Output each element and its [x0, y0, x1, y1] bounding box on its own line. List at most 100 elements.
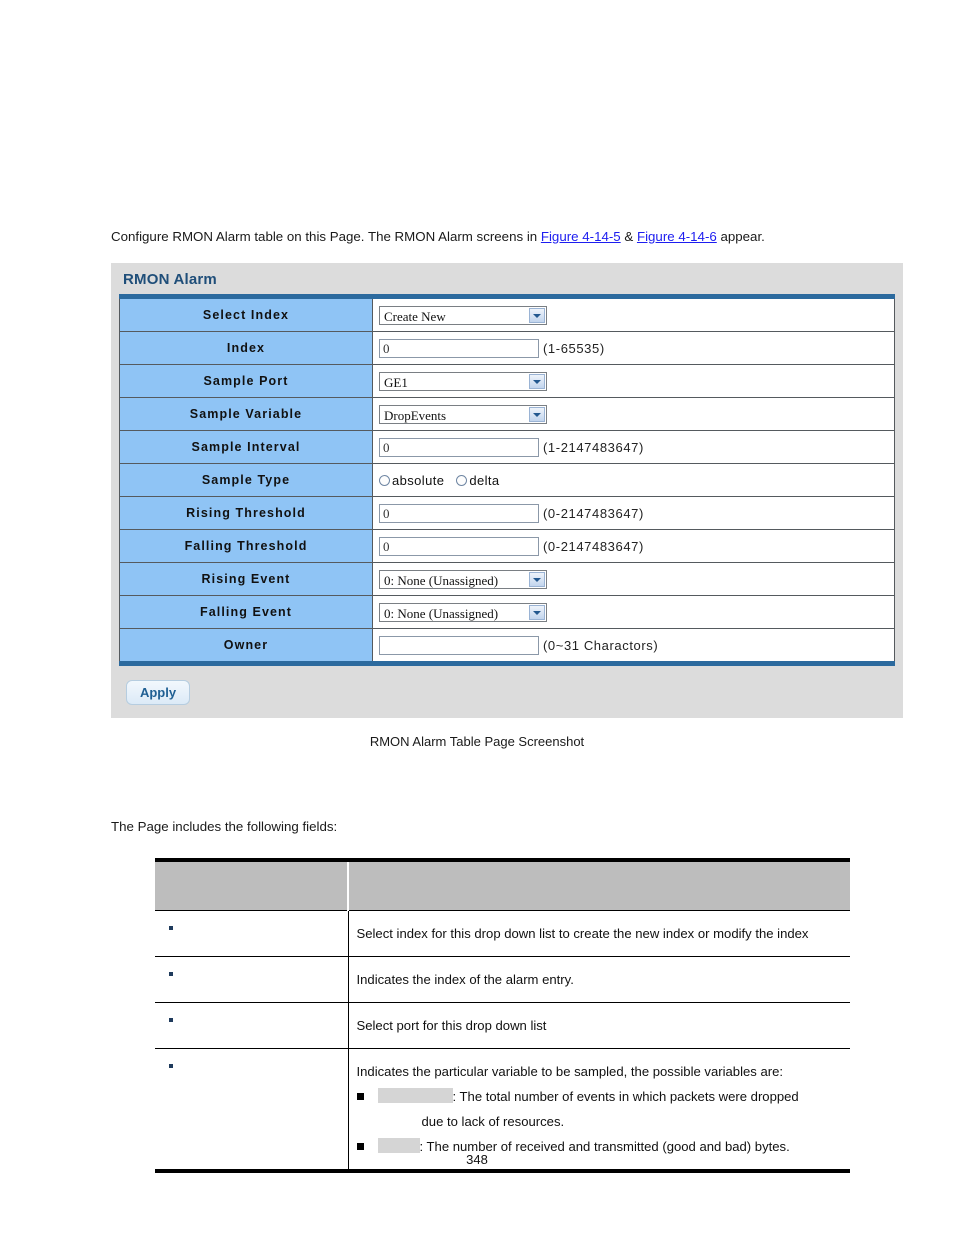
form-row: Rising Threshold 0 (0-2147483647)	[119, 496, 895, 530]
figure-link-1[interactable]: Figure 4-14-5	[541, 229, 621, 244]
bullet-icon	[169, 926, 173, 930]
radio-option2[interactable]	[456, 475, 468, 487]
dropdown-falling-event[interactable]: 0: None (Unassigned)	[379, 602, 547, 622]
form-row: Rising Event 0: None (Unassigned)	[119, 562, 895, 596]
dropdown-value: GE1	[384, 374, 408, 390]
variable-intro-text: Indicates the particular variable to be …	[356, 1064, 784, 1079]
figure-caption: RMON Alarm Table Page Screenshot	[369, 734, 585, 749]
dropdown-select-index[interactable]: Create New	[379, 305, 547, 325]
form-row-control-cell: Create New	[372, 296, 895, 332]
chevron-down-icon[interactable]	[529, 571, 545, 587]
fields-intro-text: The Page includes the following fields:	[111, 819, 338, 834]
form-row: Sample Interval 0 (1-2147483647)	[119, 430, 895, 464]
dropdown-sample-variable[interactable]: DropEvents	[379, 404, 547, 424]
input-index[interactable]: 0	[379, 338, 539, 358]
apply-button[interactable]: Apply	[126, 680, 190, 705]
form-row: Index 0 (1-65535)	[119, 331, 895, 365]
form-row-control-cell: (0~31 Charactors)	[372, 628, 895, 664]
dropdown-sample-port[interactable]: GE1	[379, 371, 547, 391]
radio-label-option1: absolute	[392, 473, 445, 489]
form-row: Falling Threshold 0 (0-2147483647)	[119, 529, 895, 563]
input-falling-threshold[interactable]: 0	[379, 536, 539, 556]
form-row-control-cell: 0 (0-2147483647)	[372, 496, 895, 530]
field-name-cell	[155, 1002, 349, 1049]
form-row-control-cell: 0: None (Unassigned)	[372, 562, 895, 596]
field-name-cell	[155, 910, 349, 957]
dropdown-value: DropEvents	[384, 407, 447, 423]
fields-description-table: Select index for this drop down list to …	[155, 858, 850, 1173]
chevron-down-icon[interactable]	[529, 406, 545, 422]
form-row-label: Sample Type	[119, 463, 373, 497]
variable-bullet-1: : The total number of events in which pa…	[356, 1084, 843, 1109]
form-row-control-cell: 0: None (Unassigned)	[372, 595, 895, 629]
field-hint: (1-2147483647)	[543, 439, 644, 455]
rmon-alarm-panel: RMON Alarm Select Index Create New Index 0(…	[111, 263, 903, 718]
form-row-label: Index	[119, 331, 373, 365]
fields-header-object	[155, 860, 349, 911]
field-hint: (0-2147483647)	[543, 505, 644, 521]
variable-bullet-1-text: : The total number of events in which pa…	[452, 1089, 799, 1104]
intro-text-before: Configure RMON Alarm table on this Page.…	[111, 229, 541, 244]
form-row-label: Sample Variable	[119, 397, 373, 431]
chevron-down-icon[interactable]	[529, 604, 545, 620]
table-row: Select index for this drop down list to …	[155, 910, 850, 957]
figure-link-2[interactable]: Figure 4-14-6	[637, 229, 717, 244]
form-row-label: Sample Port	[119, 364, 373, 398]
square-bullet-icon	[356, 1093, 364, 1100]
chevron-down-icon[interactable]	[529, 373, 545, 389]
field-hint: (0~31 Charactors)	[543, 637, 659, 653]
form-row-label: Select Index	[119, 296, 373, 332]
dropdown-value: 0: None (Unassigned)	[384, 572, 499, 588]
table-row: Select port for this drop down list	[155, 1002, 850, 1049]
fields-table-header-row	[155, 860, 850, 911]
radio-label-option2: delta	[469, 473, 500, 489]
form-row-label: Rising Threshold	[119, 496, 373, 530]
field-description-cell: Select index for this drop down list to …	[348, 910, 850, 957]
panel-title: RMON Alarm	[123, 271, 217, 288]
square-bullet-icon	[356, 1143, 364, 1150]
chevron-down-icon[interactable]	[529, 307, 545, 323]
form-row-label: Owner	[119, 628, 373, 664]
form-row-control-cell: GE1	[372, 364, 895, 398]
form-row-control-cell: absolute delta	[372, 463, 895, 497]
variable-bullet-1-continuation: due to lack of resources.	[421, 1114, 565, 1129]
dropdown-rising-event[interactable]: 0: None (Unassigned)	[379, 569, 547, 589]
form-row: Owner (0~31 Charactors)	[119, 628, 895, 664]
form-row-control-cell: DropEvents	[372, 397, 895, 431]
form-row-label: Falling Event	[119, 595, 373, 629]
form-row-control-cell: 0 (1-2147483647)	[372, 430, 895, 464]
form-row: Sample Type absolute delta	[119, 463, 895, 497]
intro-text-after: appear.	[716, 229, 765, 244]
fields-header-description	[348, 860, 850, 911]
dropdown-value: 0: None (Unassigned)	[384, 605, 499, 621]
page-number: 348	[466, 1152, 488, 1167]
intro-paragraph: Configure RMON Alarm table on this Page.…	[111, 228, 765, 245]
form-row: Sample Port GE1	[119, 364, 895, 398]
field-hint: (1-65535)	[543, 340, 605, 356]
field-description-cell: Select port for this drop down list	[348, 1002, 850, 1049]
field-description-cell: Indicates the index of the alarm entry.	[348, 956, 850, 1003]
form-row-label: Rising Event	[119, 562, 373, 596]
form-row-label: Falling Threshold	[119, 529, 373, 563]
bullet-icon	[169, 1018, 173, 1022]
form-row-control-cell: 0 (1-65535)	[372, 331, 895, 365]
redacted-term-2	[377, 1138, 420, 1153]
field-hint: (0-2147483647)	[543, 538, 644, 554]
table-row: Indicates the index of the alarm entry.	[155, 956, 850, 1003]
radio-option1[interactable]	[379, 475, 390, 487]
input-owner[interactable]	[379, 635, 539, 655]
form-row: Sample Variable DropEvents	[119, 397, 895, 431]
form-row-control-cell: 0 (0-2147483647)	[372, 529, 895, 563]
form-row: Falling Event 0: None (Unassigned)	[119, 595, 895, 629]
form-row-label: Sample Interval	[119, 430, 373, 464]
rmon-alarm-form-table: Select Index Create New Index 0 (1-65535) Sam…	[119, 294, 895, 666]
bullet-icon	[169, 1064, 173, 1068]
sample-type-radio-group: absolute delta	[379, 473, 512, 488]
dropdown-value: Create New	[384, 308, 446, 324]
bullet-icon	[169, 972, 173, 976]
intro-ampersand: &	[620, 229, 637, 244]
field-name-cell	[155, 956, 349, 1003]
form-row: Select Index Create New	[119, 296, 895, 332]
input-sample-interval[interactable]: 0	[379, 437, 539, 457]
input-rising-threshold[interactable]: 0	[379, 503, 539, 523]
